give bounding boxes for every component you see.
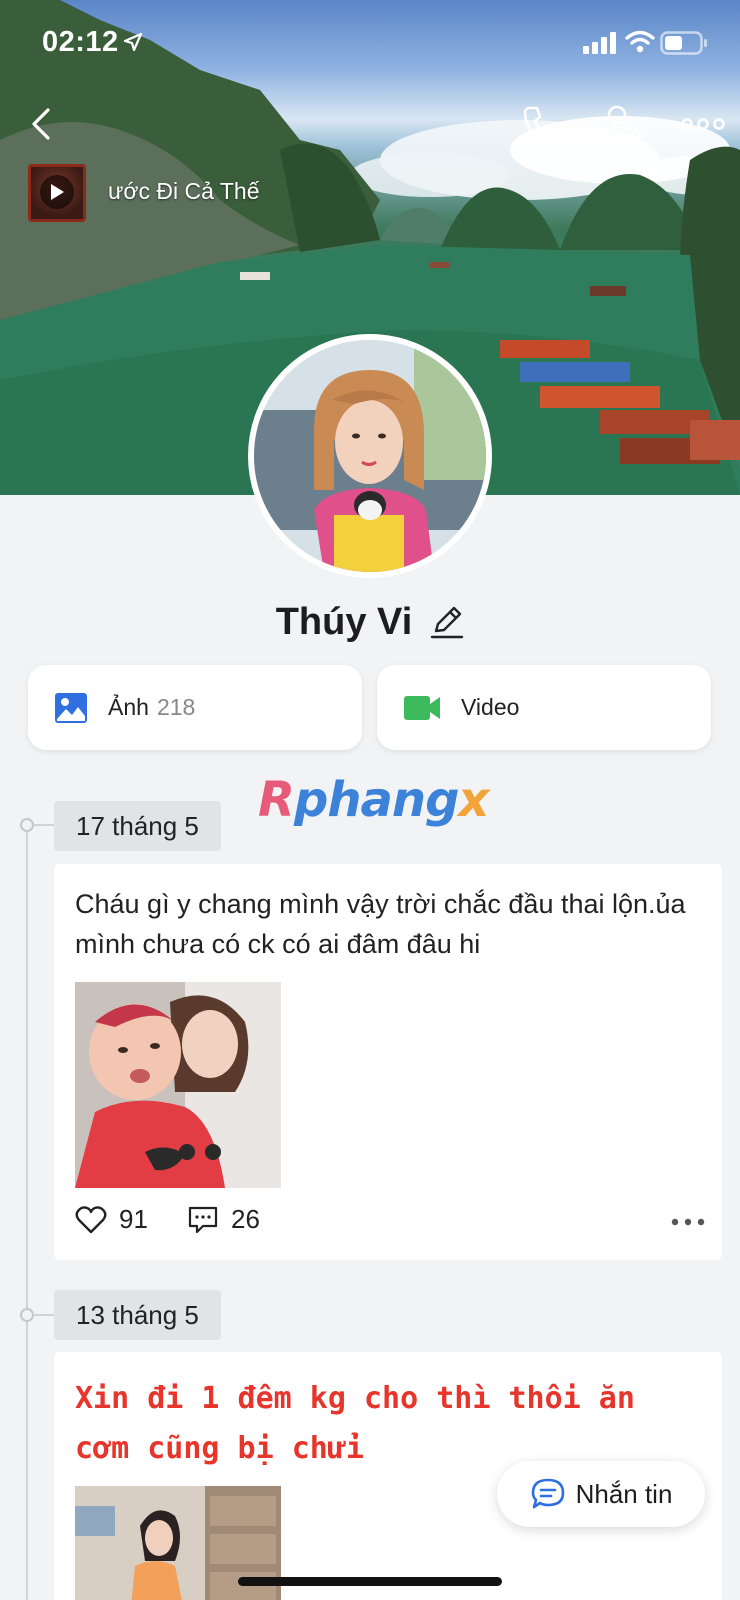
- ellipsis-icon: [681, 118, 725, 130]
- home-indicator[interactable]: [238, 1577, 502, 1586]
- avatar[interactable]: [248, 334, 492, 578]
- location-arrow-icon: [123, 32, 143, 52]
- cellular-signal-icon: [583, 32, 616, 54]
- photos-label: Ảnh: [108, 694, 149, 720]
- status-time: 02:12: [42, 26, 119, 58]
- music-title: ước Đi Cả Thế: [108, 178, 260, 204]
- battery-icon: [660, 31, 707, 55]
- image-icon: [55, 692, 87, 723]
- post-photo: [75, 982, 281, 1188]
- chevron-left-icon: [32, 108, 50, 140]
- date-badge: 17 tháng 5: [54, 801, 221, 851]
- user-gear-icon: [601, 105, 643, 146]
- message-button[interactable]: Nhắn tin: [497, 1461, 705, 1527]
- profile-name-row: Thúy Vi: [0, 594, 740, 650]
- call-button[interactable]: [522, 104, 564, 146]
- timeline-dot: [20, 1308, 34, 1322]
- timeline-tick: [33, 1314, 55, 1316]
- like-button[interactable]: 91: [75, 1204, 148, 1235]
- edit-pencil-icon[interactable]: [430, 604, 464, 640]
- timeline-dot: [20, 818, 34, 832]
- comment-bubble-icon: [188, 1206, 218, 1233]
- play-icon: [51, 184, 64, 200]
- wifi-icon: [625, 30, 655, 53]
- timeline-line: [26, 820, 28, 1600]
- more-options-button[interactable]: [680, 112, 726, 136]
- post-text: Cháu gì y chang mình vậy trời chắc đầu t…: [75, 889, 686, 959]
- watermark-part3: x: [458, 772, 489, 828]
- comment-count: 26: [231, 1204, 260, 1234]
- post-actions: 91 26: [75, 1204, 705, 1244]
- phone-icon: [523, 106, 562, 145]
- videos-card[interactable]: Video: [377, 665, 711, 750]
- watermark-part1: R: [258, 772, 295, 828]
- status-bar: 02:12: [0, 0, 740, 90]
- watermark-part2: phang: [293, 772, 459, 828]
- timeline-tick: [33, 824, 55, 826]
- videos-label: Video: [461, 694, 520, 720]
- music-play-button[interactable]: [40, 175, 74, 209]
- photos-card[interactable]: Ảnh 218: [28, 665, 362, 750]
- heart-icon: [75, 1205, 107, 1233]
- back-button[interactable]: [24, 104, 58, 144]
- post-image[interactable]: [75, 982, 281, 1188]
- like-count: 91: [119, 1204, 148, 1234]
- watermark-logo: Rphangx: [258, 772, 489, 828]
- profile-settings-button[interactable]: [600, 104, 644, 146]
- post-card[interactable]: Cháu gì y chang mình vậy trời chắc đầu t…: [54, 864, 722, 1260]
- photos-count: 218: [156, 694, 196, 720]
- post-more-icon[interactable]: [671, 1216, 705, 1228]
- post-text: Xin đi 1 đêm kg cho thì thôi ăn cơm cũng…: [75, 1381, 635, 1466]
- chat-bubble-icon: [531, 1478, 564, 1509]
- avatar-photo: [254, 340, 486, 572]
- comment-button[interactable]: 26: [187, 1204, 260, 1235]
- profile-name: Thúy Vi: [275, 600, 413, 643]
- profile-music[interactable]: ước Đi Cả Thế: [28, 162, 328, 222]
- video-camera-icon: [404, 695, 440, 720]
- message-label: Nhắn tin: [575, 1478, 673, 1509]
- date-badge: 13 tháng 5: [54, 1290, 221, 1340]
